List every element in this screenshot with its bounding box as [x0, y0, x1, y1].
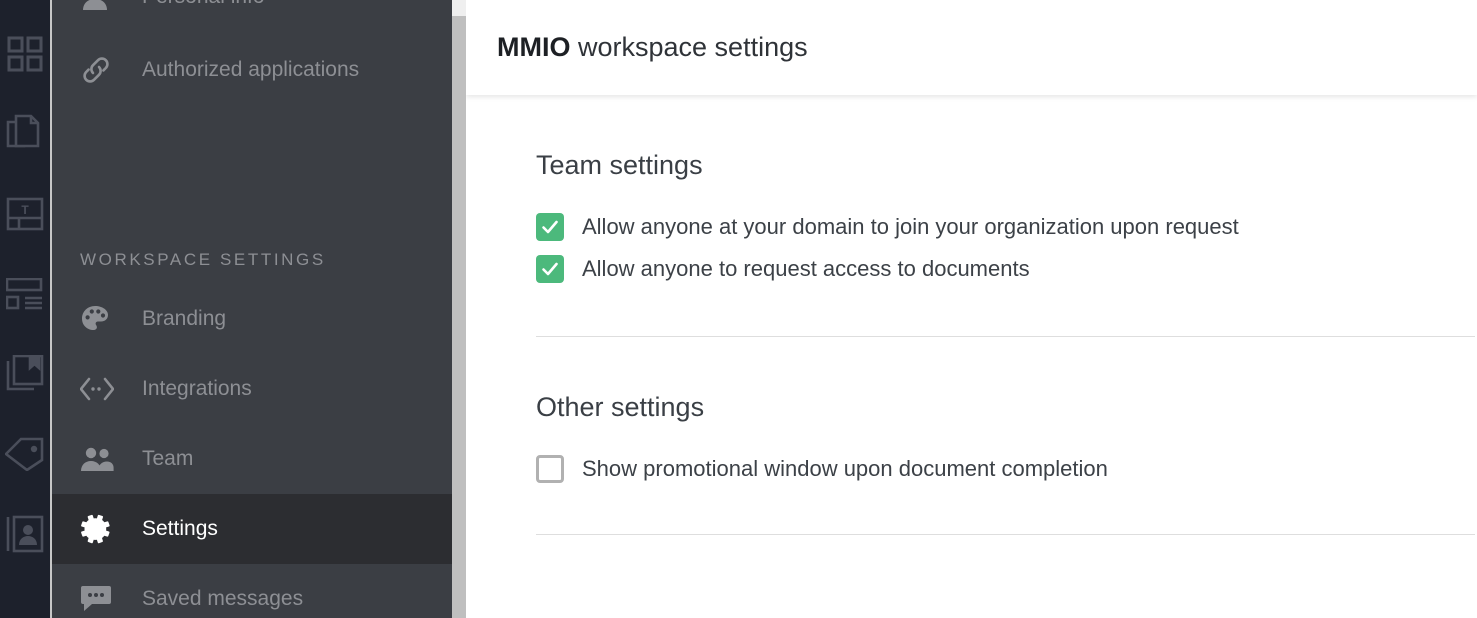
setting-row-promo-window[interactable]: Show promotional window upon document co… [536, 448, 1477, 490]
primary-icon-rail: T [0, 0, 50, 618]
checkbox-domain-join[interactable] [536, 213, 564, 241]
sidebar-item-label: Integrations [142, 376, 252, 400]
templates-icon[interactable]: T [0, 174, 50, 254]
content-header: MMIO workspace settings [466, 0, 1477, 95]
sidebar-item-personal-info[interactable]: Personal info [52, 0, 452, 32]
sidebar-item-settings[interactable]: Settings [52, 494, 452, 564]
person-icon [80, 0, 126, 12]
page-title: MMIO workspace settings [497, 32, 808, 63]
setting-row-request-access[interactable]: Allow anyone to request access to docume… [536, 248, 1477, 290]
settings-sidebar: Personal info Authorized applications WO… [52, 0, 452, 618]
code-brackets-icon [80, 376, 126, 402]
sidebar-scrollbar-track[interactable] [452, 0, 466, 618]
people-icon [80, 446, 126, 472]
setting-label: Allow anyone at your domain to join your… [582, 214, 1239, 239]
sidebar-section-label: WORKSPACE SETTINGS [80, 250, 326, 269]
library-icon[interactable] [0, 334, 50, 414]
sidebar-item-label: Branding [142, 306, 227, 330]
sidebar-scrollbar-thumb[interactable] [452, 16, 466, 618]
setting-row-domain-join[interactable]: Allow anyone at your domain to join your… [536, 206, 1477, 248]
sidebar-item-integrations[interactable]: Integrations [52, 354, 452, 424]
sidebar-item-label: Saved messages [142, 586, 304, 610]
sidebar-item-team[interactable]: Team [52, 424, 452, 494]
palette-icon [80, 304, 126, 334]
sidebar-item-branding[interactable]: Branding [52, 284, 452, 354]
section-title-team-settings: Team settings [536, 150, 703, 180]
main-content: MMIO workspace settings Team settings Al… [466, 0, 1477, 618]
sidebar-item-authorized-applications[interactable]: Authorized applications [52, 28, 452, 112]
sidebar-item-label: Team [142, 446, 194, 470]
app-root: T Authorized applications WORKSPACE SETT… [0, 0, 1477, 618]
workspace-name: MMIO [497, 32, 571, 62]
svg-text:T: T [21, 203, 29, 217]
setting-label: Show promotional window upon document co… [582, 456, 1108, 481]
sidebar-item-saved-messages[interactable]: Saved messages [52, 564, 452, 618]
checkbox-promo-window[interactable] [536, 455, 564, 483]
dashboard-grid-icon[interactable] [0, 14, 50, 94]
gear-icon [80, 513, 126, 545]
sidebar-item-label: Personal info [142, 0, 265, 13]
page-title-suffix: workspace settings [570, 32, 808, 62]
chat-bubble-icon [80, 585, 126, 613]
sidebar-item-label: Authorized applications [142, 57, 360, 81]
section-divider-1 [536, 336, 1475, 337]
documents-icon[interactable] [0, 94, 50, 174]
sidebar-item-label: Settings [142, 516, 218, 540]
section-divider-2 [536, 534, 1475, 535]
forms-icon[interactable] [0, 254, 50, 334]
contacts-icon[interactable] [0, 494, 50, 574]
settings-body: Team settings Allow anyone at your domai… [466, 150, 1477, 618]
tags-icon[interactable] [0, 414, 50, 494]
link-icon [80, 54, 126, 86]
section-title-other-settings: Other settings [536, 392, 705, 422]
checkbox-request-access[interactable] [536, 255, 564, 283]
setting-label: Allow anyone to request access to docume… [582, 256, 1030, 281]
